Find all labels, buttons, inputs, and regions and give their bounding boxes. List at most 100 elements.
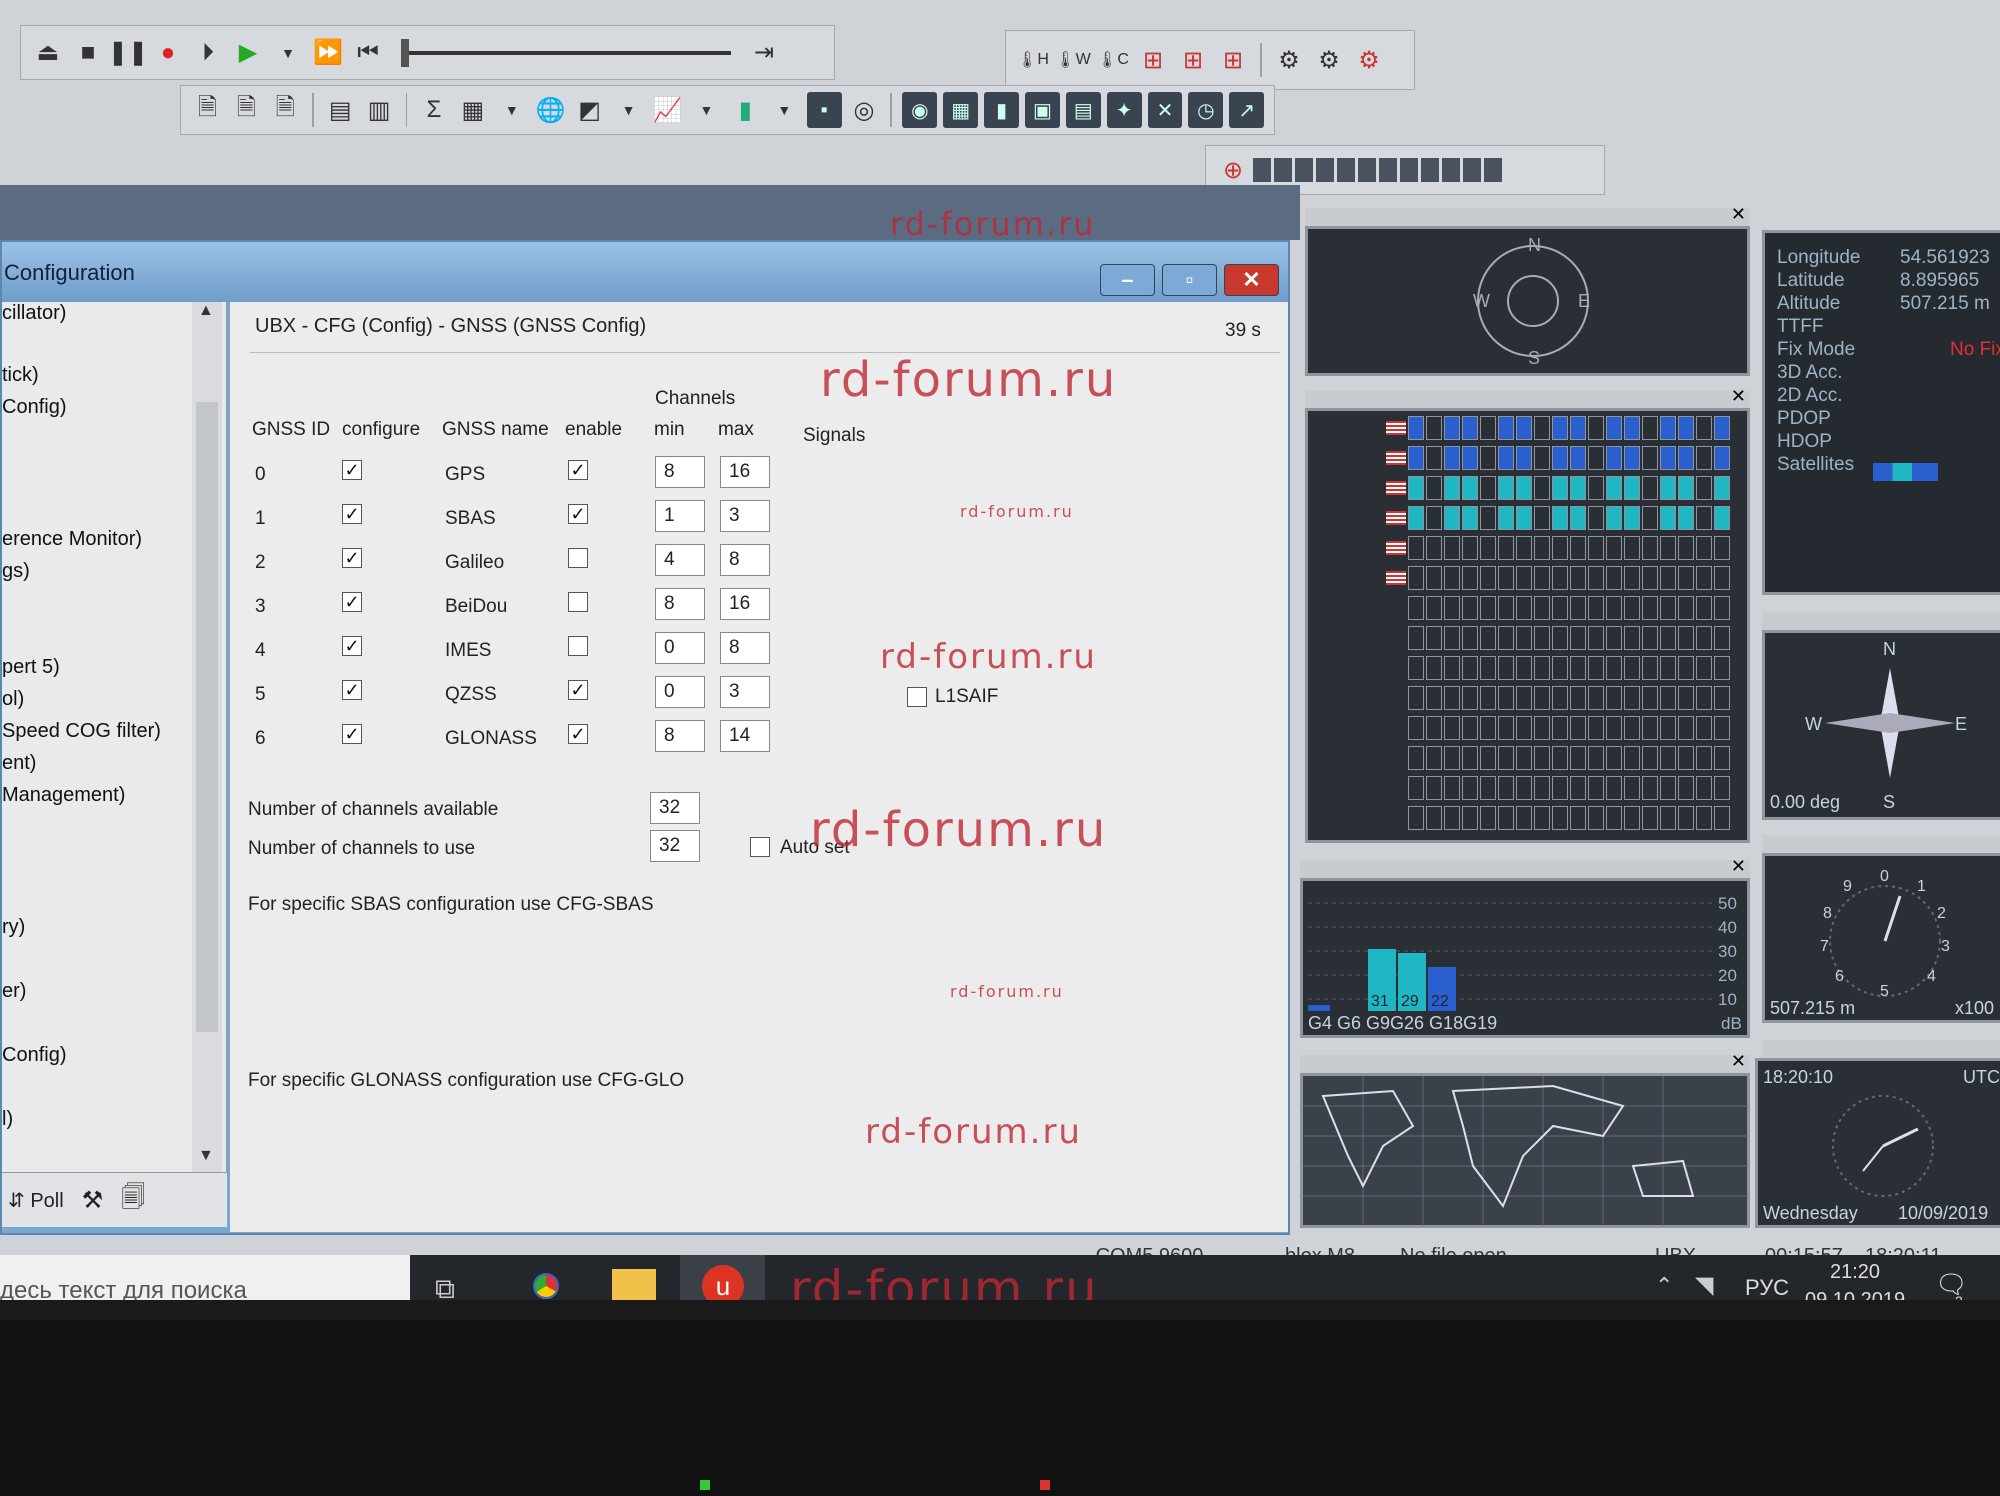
dropdown-icon[interactable]: ▼ <box>495 93 528 127</box>
tree-item[interactable]: cillator) <box>2 302 66 325</box>
enable-checkbox[interactable] <box>568 592 588 612</box>
enable-checkbox[interactable]: ✓ <box>568 680 588 700</box>
layout2-icon[interactable]: ▥ <box>363 93 396 127</box>
min-channels-input[interactable]: 1 <box>655 500 705 532</box>
l1saif-checkbox[interactable] <box>907 687 927 707</box>
max-channels-input[interactable]: 8 <box>720 544 770 576</box>
line-chart-icon[interactable]: 📈 <box>651 93 684 127</box>
table-view-icon[interactable]: ▦ <box>943 92 979 128</box>
chrome-icon[interactable] <box>525 1265 567 1300</box>
add-message-icon[interactable]: ⊕ <box>1216 153 1250 187</box>
configure-checkbox[interactable]: ✓ <box>342 592 362 612</box>
map-icon[interactable]: ◩ <box>573 93 606 127</box>
globe-icon[interactable]: 🌐 <box>534 93 567 127</box>
dropdown-icon[interactable]: ▼ <box>690 93 723 127</box>
tree-item[interactable]: Speed COG filter) <box>2 720 161 743</box>
language-indicator[interactable]: РУС <box>1745 1275 1789 1300</box>
max-channels-input[interactable]: 8 <box>720 632 770 664</box>
pause-icon[interactable]: ❚❚ <box>108 36 148 70</box>
tree-item[interactable]: er) <box>2 980 26 1003</box>
monitor-icon[interactable]: ▪ <box>806 92 842 128</box>
min-channels-input[interactable]: 8 <box>655 720 705 752</box>
step-icon[interactable]: ⏵ <box>191 36 225 70</box>
scroll-up-icon[interactable]: ▲ <box>198 302 214 320</box>
configure-checkbox[interactable]: ✓ <box>342 724 362 744</box>
enable-checkbox[interactable] <box>568 548 588 568</box>
play-icon[interactable]: ▶ <box>231 36 265 70</box>
message-block[interactable] <box>1274 158 1292 182</box>
gear2-icon[interactable]: ⚙ <box>1312 43 1346 77</box>
message-block[interactable] <box>1442 158 1460 182</box>
poll-button[interactable]: ⇵ Poll <box>8 1188 64 1213</box>
fast-forward-icon[interactable]: ⏩ <box>311 36 345 70</box>
enable-checkbox[interactable]: ✓ <box>568 460 588 480</box>
enable-checkbox[interactable]: ✓ <box>568 724 588 744</box>
close-button[interactable]: ✕ <box>1224 264 1279 296</box>
file3-icon[interactable]: 🗎 <box>269 93 302 127</box>
compass-view-icon[interactable]: ✦ <box>1106 92 1142 128</box>
file-explorer-icon[interactable] <box>612 1269 656 1300</box>
min-channels-input[interactable]: 0 <box>655 632 705 664</box>
message-block[interactable] <box>1484 158 1502 182</box>
message-block[interactable] <box>1337 158 1355 182</box>
tree-item[interactable]: Management) <box>2 784 125 807</box>
min-channels-input[interactable]: 8 <box>655 588 705 620</box>
skip-end-icon[interactable]: ⇥ <box>747 36 781 70</box>
signal-view-icon[interactable]: ▮ <box>984 92 1019 128</box>
grid-add2-icon[interactable]: ⊞ <box>1216 43 1250 77</box>
tree-item[interactable]: pert 5) <box>2 656 60 679</box>
max-channels-input[interactable]: 3 <box>720 500 770 532</box>
tree-item[interactable]: tick) <box>2 364 39 387</box>
sum-icon[interactable]: Σ <box>417 93 450 127</box>
auto-poll-icon[interactable]: ⚒ <box>82 1186 104 1215</box>
tree-item[interactable]: Config) <box>2 1044 66 1067</box>
message-block[interactable] <box>1463 158 1481 182</box>
message-block[interactable] <box>1358 158 1376 182</box>
tree-item[interactable]: Config) <box>2 396 66 419</box>
file-icon[interactable]: 🗎 <box>191 93 224 127</box>
max-channels-input[interactable]: 16 <box>720 588 770 620</box>
message-block[interactable] <box>1295 158 1313 182</box>
layout-icon[interactable]: ▤ <box>324 93 357 127</box>
gear-red-icon[interactable]: ⚙ <box>1352 43 1386 77</box>
max-channels-input[interactable]: 16 <box>720 456 770 488</box>
stop-icon[interactable]: ■ <box>71 36 105 70</box>
close-icon[interactable]: ✕ <box>1731 856 1746 877</box>
network-icon[interactable]: ◥ <box>1695 1271 1713 1300</box>
message-block[interactable] <box>1400 158 1418 182</box>
message-block[interactable] <box>1379 158 1397 182</box>
minimize-button[interactable]: – <box>1100 264 1155 296</box>
tray-date[interactable]: 09.10.2019 <box>1805 1289 1905 1300</box>
thermometer-h-icon[interactable]: 🌡 H <box>1016 43 1050 77</box>
task-view-icon[interactable]: ⧉ <box>435 1273 455 1300</box>
bar-chart-icon[interactable]: ▮ <box>729 93 762 127</box>
send-icon[interactable]: 🗐 <box>121 1180 145 1221</box>
notification-icon[interactable]: 🗨 <box>1935 1269 1968 1300</box>
configure-checkbox[interactable]: ✓ <box>342 680 362 700</box>
tree-item[interactable]: ol) <box>2 688 24 711</box>
add-panel-icon[interactable]: ⊞ <box>1136 43 1170 77</box>
skip-start-icon[interactable]: ⏮ <box>351 36 385 70</box>
enable-checkbox[interactable]: ✓ <box>568 504 588 524</box>
auto-set-checkbox[interactable] <box>750 837 770 857</box>
sky-view-icon[interactable]: ◉ <box>902 92 938 128</box>
tree-item[interactable]: l) <box>2 1108 13 1131</box>
dropdown-icon[interactable]: ▼ <box>768 93 801 127</box>
thermometer-c-icon[interactable]: 🌡 C <box>1096 43 1130 77</box>
eject-icon[interactable]: ⏏ <box>31 36 65 70</box>
slider-thumb[interactable] <box>401 38 409 67</box>
configure-checkbox[interactable]: ✓ <box>342 636 362 656</box>
message-block[interactable] <box>1253 158 1271 182</box>
chevron-up-icon[interactable]: ⌃ <box>1655 1273 1673 1299</box>
configure-checkbox[interactable]: ✓ <box>342 504 362 524</box>
table-icon[interactable]: ▦ <box>456 93 489 127</box>
max-channels-input[interactable]: 3 <box>720 676 770 708</box>
configure-checkbox[interactable]: ✓ <box>342 460 362 480</box>
map-view-icon[interactable]: ✕ <box>1147 92 1183 128</box>
playback-slider[interactable] <box>401 38 731 67</box>
tree-scrollbar[interactable]: ▲ ▼ <box>192 302 222 1172</box>
search-input[interactable]: десь текст для поиска <box>0 1255 410 1300</box>
min-channels-input[interactable]: 8 <box>655 456 705 488</box>
max-channels-input[interactable]: 14 <box>720 720 770 752</box>
scroll-thumb[interactable] <box>196 402 218 1032</box>
